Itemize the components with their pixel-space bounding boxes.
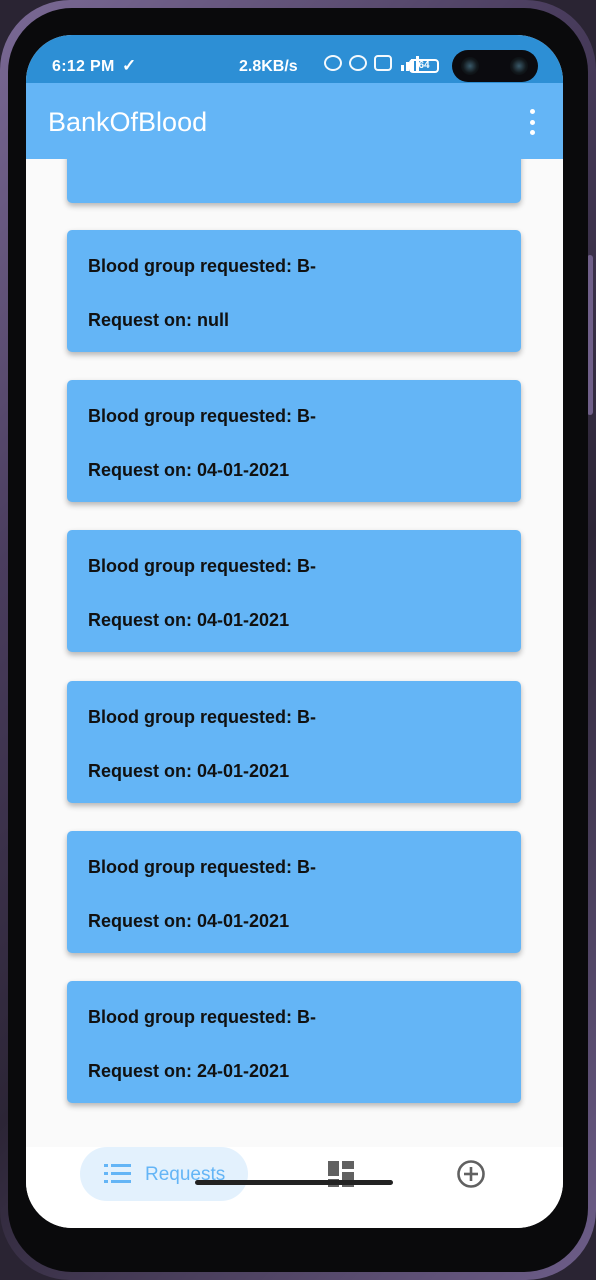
status-time: 6:12 PM <box>52 58 115 75</box>
check-icon: ✓ <box>122 56 137 75</box>
request-date-text: Request on: 24-01-2021 <box>88 1061 290 1081</box>
blood-group-text: Blood group requested: B- <box>88 406 316 426</box>
list-icon <box>104 1162 132 1186</box>
bottom-navigation: Requests <box>26 1147 563 1228</box>
request-card[interactable]: Blood group requested: B- Request on: 24… <box>67 981 521 1103</box>
add-circle-icon[interactable] <box>456 1159 486 1189</box>
blood-group-text: Blood group requested: B- <box>88 256 316 276</box>
request-date-text: Request on: 04-01-2021 <box>88 911 290 931</box>
front-camera-icon <box>461 57 479 75</box>
request-date-text: Request on: 04-01-2021 <box>88 460 290 480</box>
request-card[interactable]: Blood group requested: B- Request on: 04… <box>67 530 521 652</box>
blood-group-text: Blood group requested: B- <box>88 1007 316 1027</box>
camera-cutout <box>452 50 538 82</box>
blood-group-text: Blood group requested: B- <box>88 556 316 576</box>
request-card-partial[interactable] <box>67 159 521 203</box>
blood-group-text: Blood group requested: B- <box>88 707 316 727</box>
more-vert-icon[interactable] <box>524 107 540 137</box>
request-date-text: Request on: 04-01-2021 <box>88 610 290 630</box>
app-bar: BankOfBlood <box>26 83 563 159</box>
request-card[interactable]: Blood group requested: B- Request on: 04… <box>67 831 521 953</box>
request-date-text: Request on: 04-01-2021 <box>88 761 290 781</box>
blood-group-text: Blood group requested: B- <box>88 857 316 877</box>
screen: 6:12 PM ✓ 2.8KB/s 64 BankOfBlood Blood g… <box>26 35 563 1228</box>
request-list[interactable]: Blood group requested: B- Request on: nu… <box>26 159 563 1147</box>
status-bar: 6:12 PM ✓ 2.8KB/s 64 <box>26 35 563 83</box>
home-indicator[interactable] <box>195 1180 393 1185</box>
request-card[interactable]: Blood group requested: B- Request on: 04… <box>67 380 521 502</box>
front-camera-icon <box>510 57 528 75</box>
request-card[interactable]: Blood group requested: B- Request on: nu… <box>67 230 521 352</box>
battery-icon: 64 <box>409 59 439 73</box>
mute-icon <box>324 55 342 71</box>
battery-level: 64 <box>418 60 430 71</box>
volte-icon <box>374 55 392 71</box>
request-date-text: Request on: null <box>88 310 229 330</box>
app-title: BankOfBlood <box>48 107 208 137</box>
request-card[interactable]: Blood group requested: B- Request on: 04… <box>67 681 521 803</box>
alarm-icon <box>349 55 367 71</box>
status-icons <box>324 55 419 71</box>
network-speed: 2.8KB/s <box>239 58 298 75</box>
